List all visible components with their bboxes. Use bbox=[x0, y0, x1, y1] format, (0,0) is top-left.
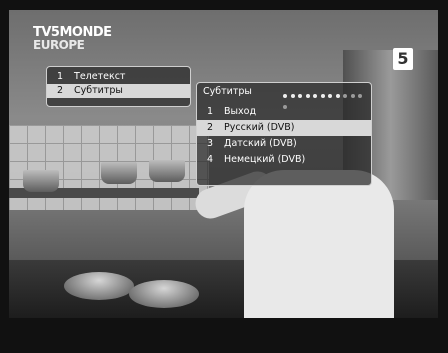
tv-frame: TV5MONDE EUROPE 5 1 Телетекст 2 Субтитры… bbox=[0, 0, 448, 353]
menu-item-number: 3 bbox=[207, 138, 214, 149]
subtitle-option-exit[interactable]: 1 Выход bbox=[197, 104, 371, 120]
page-dot bbox=[350, 94, 355, 98]
page-dot bbox=[320, 94, 325, 98]
menu-item-number: 1 bbox=[207, 106, 214, 117]
pot-image bbox=[149, 160, 185, 182]
main-menu-item-teletext[interactable]: 1 Телетекст bbox=[47, 70, 190, 84]
subtitle-option-german[interactable]: 4 Немецкий (DVB) bbox=[197, 152, 371, 168]
channel-logo-line2: EUROPE bbox=[33, 38, 85, 52]
menu-item-number: 2 bbox=[57, 85, 64, 96]
page-dot bbox=[328, 94, 332, 98]
subtitle-option-danish[interactable]: 3 Датский (DVB) bbox=[197, 136, 371, 152]
menu-item-label: Субтитры bbox=[74, 85, 123, 96]
page-dot bbox=[335, 94, 340, 98]
main-menu-item-subtitles[interactable]: 2 Субтитры bbox=[47, 84, 190, 98]
subtitle-option-russian[interactable]: 2 Русский (DVB) bbox=[197, 120, 371, 136]
menu-item-label: Русский (DVB) bbox=[224, 122, 295, 133]
page-dot bbox=[343, 94, 347, 98]
pot-image bbox=[101, 162, 137, 184]
subtitles-menu: Субтитры 1 Выход 2 Русский (DVB) 3 Датск… bbox=[196, 82, 372, 186]
menu-item-number: 2 bbox=[207, 122, 214, 133]
chef-figure bbox=[244, 170, 394, 318]
menu-item-label: Немецкий (DVB) bbox=[224, 154, 306, 165]
menu-item-label: Выход bbox=[224, 106, 257, 117]
page-dot bbox=[305, 94, 310, 98]
pan-image bbox=[129, 280, 199, 308]
page-dot bbox=[290, 94, 295, 98]
pot-image bbox=[23, 170, 59, 192]
pan-image bbox=[64, 272, 134, 300]
main-menu: 1 Телетекст 2 Субтитры bbox=[46, 66, 191, 107]
menu-item-label: Датский (DVB) bbox=[224, 138, 297, 149]
menu-item-number: 1 bbox=[57, 71, 64, 82]
menu-item-number: 4 bbox=[207, 154, 214, 165]
menu-item-label: Телетекст bbox=[74, 71, 126, 82]
page-dot bbox=[298, 94, 302, 98]
channel-logo: TV5MONDE EUROPE bbox=[33, 26, 112, 52]
page-dot bbox=[358, 94, 362, 98]
page-dot bbox=[283, 94, 287, 98]
page-dot bbox=[313, 94, 317, 98]
channel-number-badge: 5 bbox=[393, 48, 413, 70]
